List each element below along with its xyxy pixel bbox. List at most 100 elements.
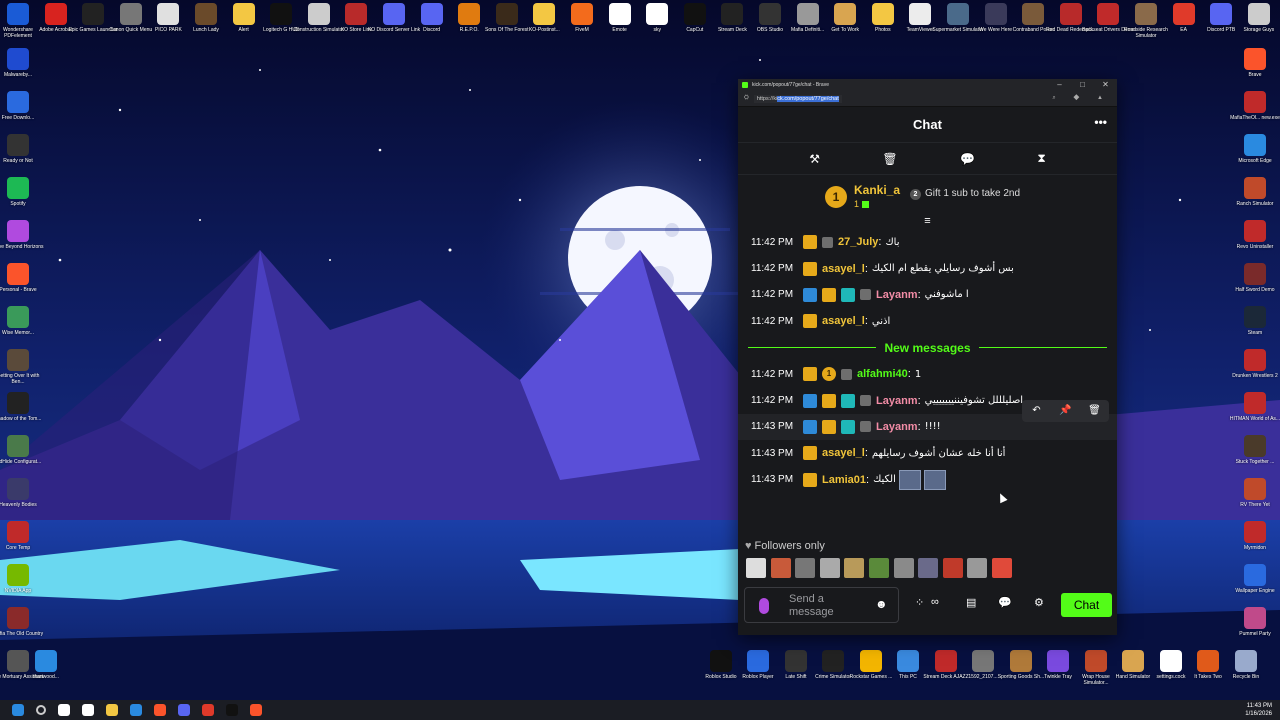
emote-image[interactable] [898,469,921,490]
message-username[interactable]: asayel_l [822,263,865,275]
taskbar-app-icon[interactable] [58,704,70,716]
message-username[interactable]: Lamia01 [822,474,866,486]
chat-message[interactable]: 11:42 PM Layanm: ا ماشوفني [738,282,1117,308]
desktop-shortcut[interactable]: Drive Beyond Horizons [0,220,45,256]
chat-message[interactable]: 11:43 PM Lamia01: الكيك [738,467,1117,493]
quick-emote[interactable] [893,558,914,578]
taskbar-clock[interactable]: 11:43 PM 1/16/2026 [1245,702,1272,718]
desktop-shortcut[interactable]: Recycle Bin [1219,650,1273,686]
desktop-shortcut[interactable]: Shadow of the Tom... [0,392,45,428]
gift1-badge-icon[interactable]: 1 [822,367,836,382]
browser-extension-icons[interactable]: ⌕ ◆ ▲ [1052,95,1111,102]
emoji-icon[interactable]: ☻ [875,597,888,611]
desktop-shortcut[interactable]: Revo Uninstaller [1228,220,1280,256]
windows-start-icon[interactable] [12,704,24,716]
desktop-shortcut[interactable]: Stuck Together ... [1228,435,1280,471]
mod-badge-icon[interactable] [803,393,817,408]
quick-emote[interactable] [967,558,988,578]
pin-icon[interactable]: 📌 [1051,405,1080,416]
address-bar[interactable]: ⛭ https://kick.com/popout/77ge/chat ⌕ ◆ … [738,91,1117,107]
og-badge-icon[interactable] [841,287,855,302]
message-username[interactable]: 27_July [838,236,878,248]
crown-badge-icon[interactable] [803,446,817,461]
chat-message[interactable]: 11:42 PM 27_July: باك [738,229,1117,255]
sub-badge-icon[interactable] [860,395,871,407]
quick-emote[interactable] [819,558,840,578]
quick-emote[interactable] [918,558,939,578]
desktop-shortcut[interactable]: Spotify [0,177,45,213]
message-input[interactable]: Send a message ☻ [744,587,899,623]
taskbar-app-icon[interactable] [82,704,94,716]
message-username[interactable]: alfahmi40 [857,368,908,380]
taskbar-app-icon[interactable] [130,704,142,716]
quick-emote[interactable] [844,558,865,578]
chat-message[interactable]: 11:42 PM asayel_l: اذني [738,308,1117,334]
desktop-shortcut[interactable]: Steam [1228,306,1280,342]
crown-badge-icon[interactable] [803,261,817,276]
desktop-shortcut[interactable]: Ranch Simulator [1228,177,1280,213]
message-username[interactable]: asayel_l [822,447,865,459]
quick-emote[interactable] [868,558,889,578]
more-menu-icon[interactable]: ••• [1094,115,1107,129]
search-icon[interactable] [36,705,46,715]
microphone-icon[interactable] [759,598,769,614]
desktop-shortcut[interactable]: Myrmidon [1228,521,1280,557]
message-username[interactable]: Layanm [876,289,918,301]
crown-badge-icon[interactable] [803,235,817,250]
taskbar-app-icon[interactable] [226,704,238,716]
reply-icon[interactable]: ↶ [1022,405,1051,416]
maximize-button[interactable]: □ [1071,79,1094,91]
quick-emote[interactable] [746,558,766,578]
delete-icon[interactable]: 🗑 [1080,405,1109,416]
new-messages-divider[interactable]: New messages [738,335,1117,361]
desktop-shortcut[interactable]: Personal - Brave [0,263,45,299]
crown-badge-icon[interactable] [803,314,817,329]
close-button[interactable]: ✕ [1094,79,1117,91]
desktop-shortcut[interactable]: Wise Memor... [0,306,45,342]
taskbar-app-icon[interactable] [250,704,262,716]
quick-emote[interactable] [795,558,816,578]
emote-picker-icon[interactable]: ⁘ [915,596,924,609]
quick-emote[interactable] [770,558,791,578]
window-titlebar[interactable]: kick.com/popout/77ge/chat - Brave – □ ✕ [738,79,1117,91]
sub-badge-icon[interactable] [860,289,871,301]
crown-badge-icon[interactable] [803,472,817,487]
ban-hammer-icon[interactable]: ⚒ [809,152,820,166]
emote-image[interactable] [923,469,946,490]
desktop-shortcut[interactable]: Mafia The Old Country [0,607,45,643]
chat-message[interactable]: 11:42 PM 1 alfahmi40:1 [738,361,1117,387]
collapse-icon[interactable]: ≡ [738,215,1117,229]
chat-message[interactable]: 11:43 PM asayel_l: أنا أنا خله عشان أشوف ر… [738,440,1117,466]
sub-badge-icon[interactable] [822,236,833,248]
clear-chat-icon[interactable]: 🗑 [882,152,897,166]
chat-message[interactable]: 11:43 PM Layanm:!!!! ↶ 📌 🗑 [738,399,1117,441]
desktop-shortcut[interactable]: MafiaTheOl... new.exe [1228,91,1280,127]
message-username[interactable]: Layanm [876,395,918,407]
og-badge-icon[interactable] [841,419,855,434]
chat-bubble-icon[interactable]: 💬 [998,596,1012,609]
mod-badge-icon[interactable] [803,419,817,434]
desktop-shortcut[interactable]: Wallpaper Engine [1228,564,1280,600]
desktop-shortcut[interactable]: Getting Over It with Ben... [0,349,45,385]
store-icon[interactable]: ▤ [966,596,976,609]
taskbar-app-icon[interactable] [154,704,166,716]
crown-badge-icon[interactable] [803,367,817,382]
message-username[interactable]: asayel_l [822,315,865,327]
quick-emote[interactable] [991,558,1012,578]
crown-badge-icon[interactable] [822,393,836,408]
message-username[interactable]: Layanm [876,421,918,433]
site-info-icon[interactable]: ⛭ [744,95,749,102]
desktop-shortcut[interactable]: RV There Yet [1228,478,1280,514]
desktop-shortcut[interactable]: Drunken Wrestlers 2 [1228,349,1280,385]
url-field[interactable]: https://kick.com/popout/77ge/chat [753,94,842,103]
taskbar-app-icon[interactable] [202,704,214,716]
gift-leaderboard[interactable]: 1 Kanki_a 1 2 Gift 1 sub to take 2nd [738,181,1117,215]
settings-icon[interactable]: ⚙ [1034,596,1044,609]
sub-badge-icon[interactable] [841,368,852,380]
crown-badge-icon[interactable] [822,419,836,434]
desktop-shortcut[interactable]: Half Sword Demo [1228,263,1280,299]
slow-mode-icon[interactable]: ⧗ [1037,151,1045,166]
crown-badge-icon[interactable] [822,287,836,302]
mod-badge-icon[interactable] [803,287,817,302]
chat-mode-icon[interactable]: 💬 [960,152,975,166]
